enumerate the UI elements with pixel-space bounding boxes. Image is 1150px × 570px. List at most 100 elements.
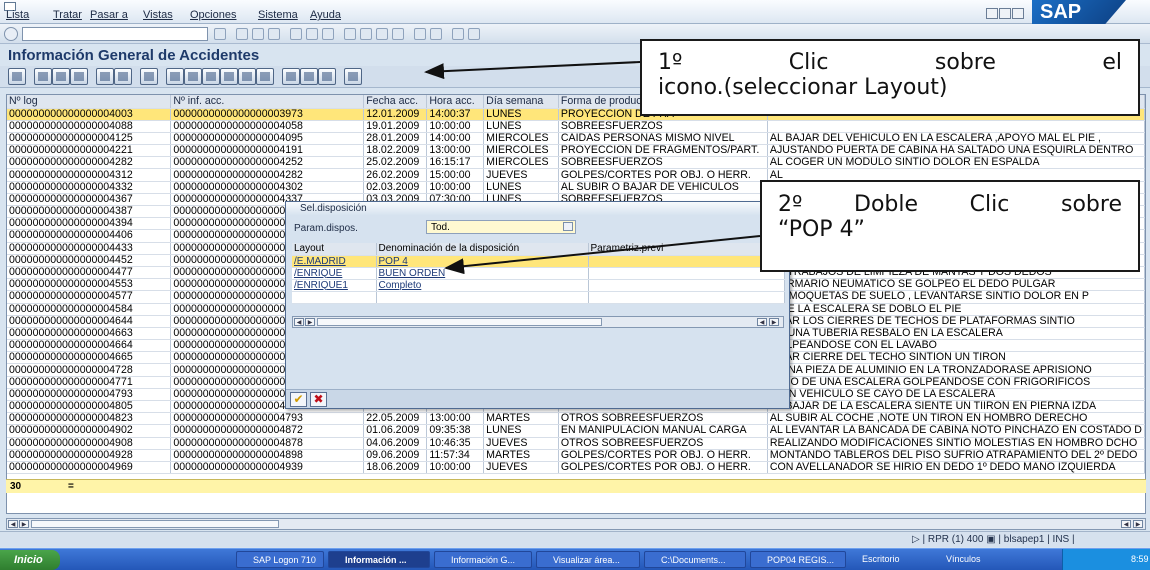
table-cell[interactable]: R ARMARIO NEUMATICO SE GOLPEO EL DEDO PU…	[767, 278, 1145, 292]
table-cell[interactable]: 09.06.2009	[363, 449, 428, 462]
details-icon[interactable]	[8, 68, 26, 85]
menu-ayuda[interactable]: Ayuda	[310, 9, 341, 21]
taskbar-item-documents[interactable]: C:\Documents...	[644, 551, 746, 568]
taskbar-item-informacion[interactable]: Información ...	[328, 551, 430, 568]
table-cell[interactable]: 000000000000000004793	[7, 388, 172, 402]
layout-row[interactable]: /ENRIQUE1 Completo	[292, 279, 785, 292]
col-header-denominacion[interactable]: Denominación de la disposición	[376, 243, 589, 256]
col-header-parametriz[interactable]: Parametriz.previ	[588, 243, 785, 256]
col-header-log[interactable]: Nº log	[7, 95, 172, 109]
table-cell[interactable]: 000000000000000004088	[7, 120, 172, 133]
table-cell[interactable]: OTROS SOBREESFUERZOS	[558, 437, 768, 450]
sum-icon[interactable]	[96, 68, 114, 85]
table-cell[interactable]	[767, 120, 1145, 133]
back-icon[interactable]	[236, 28, 248, 40]
table-cell[interactable]: 000000000000000004663	[7, 327, 172, 341]
prev-page-icon[interactable]	[360, 28, 372, 40]
table-cell[interactable]: 0000000000000000004095	[170, 132, 365, 146]
menu-sistema[interactable]: Sistema	[258, 9, 298, 21]
print-icon[interactable]	[290, 28, 302, 40]
table-cell[interactable]: 13:00:00	[426, 144, 485, 158]
table-cell[interactable]: JUEVES	[483, 437, 559, 450]
sort-ascending-icon[interactable]	[34, 68, 52, 85]
table-cell[interactable]: 12.01.2009	[363, 108, 428, 121]
col-header-layout[interactable]: Layout	[292, 243, 377, 256]
table-cell[interactable]: AL COGER UN MODULO SINTIO DOLOR EN ESPAL…	[767, 156, 1145, 170]
table-cell[interactable]: MIÉRCOLES	[483, 144, 559, 158]
table-cell[interactable]: AL BAJAR DE LA ESCALERA SIENTE UN TIIRON…	[767, 400, 1145, 414]
table-cell[interactable]: 000000000000000004406	[7, 229, 172, 243]
table-cell[interactable]: EN MANIPULACION MANUAL CARGA	[558, 424, 768, 438]
table-cell[interactable]: 13:00:00	[426, 412, 485, 426]
taskbar-item-saplogon[interactable]: SAP Logon 710	[236, 551, 324, 568]
layout-menu-icon[interactable]	[468, 28, 480, 40]
table-cell[interactable]: 16:15:17	[426, 156, 485, 170]
table-cell[interactable]: 14:00:37	[426, 108, 485, 121]
maximize-icon[interactable]	[999, 8, 1011, 19]
menu-vistas[interactable]: Vistas	[143, 9, 173, 21]
table-cell[interactable]: 0000000000000000004302	[170, 181, 365, 194]
table-cell[interactable]: GOLPES/CORTES POR OBJ. O HERR.	[558, 168, 768, 182]
new-session-icon[interactable]	[414, 28, 426, 40]
table-cell[interactable]: R UNA PIEZA DE ALUMINIO EN LA TRONZADORA…	[767, 363, 1145, 377]
local-file-icon[interactable]	[202, 68, 220, 85]
table-cell[interactable]: 000000000000000004823	[7, 412, 172, 426]
layout-name[interactable]: BUEN ORDEN	[376, 267, 589, 280]
horizontal-scrollbar[interactable]: ◀ ▶ ◀ ▶	[6, 518, 1146, 530]
col-header-inf-acc[interactable]: Nº inf. acc.	[170, 95, 365, 109]
table-cell[interactable]: 02.03.2009	[363, 181, 428, 194]
table-cell[interactable]: O UN VEHICULO SE CAYO DE LA ESCALERA	[767, 388, 1145, 402]
taskbar-item-visualizar[interactable]: Visualizar área...	[536, 551, 640, 568]
find-next-icon[interactable]	[322, 28, 334, 40]
command-field[interactable]	[22, 27, 208, 41]
table-cell[interactable]: 000000000000000004728	[7, 363, 172, 377]
col-header-dia[interactable]: Día semana	[483, 95, 559, 109]
table-cell[interactable]: JUEVES	[483, 168, 559, 182]
table-cell[interactable]: 000000000000000004584	[7, 303, 172, 316]
table-cell[interactable]: LUNES	[483, 181, 559, 194]
table-cell[interactable]: 000000000000000004928	[7, 449, 172, 462]
print-preview-icon[interactable]	[140, 68, 158, 85]
table-cell[interactable]: 000000000000000004665	[7, 351, 172, 365]
table-cell[interactable]: 000000000000000004771	[7, 376, 172, 389]
layout-name[interactable]: POP 4	[376, 255, 589, 268]
save-icon[interactable]	[214, 28, 226, 40]
table-cell[interactable]: 000000000000000004394	[7, 217, 172, 231]
set-filter-icon[interactable]	[70, 68, 88, 85]
scroll-end-left-icon[interactable]: ◀	[1121, 520, 1131, 528]
table-cell[interactable]: GOLPES/CORTES POR OBJ. O HERR.	[558, 461, 768, 475]
table-row[interactable]: 000000000000000004823 0000000000000000004…	[7, 412, 1145, 426]
subtotal-icon[interactable]	[114, 68, 132, 85]
table-cell[interactable]: 000000000000000004332	[7, 181, 172, 194]
table-cell[interactable]: AJUSTANDO PUERTA DE CABINA HA SALTADO UN…	[767, 144, 1145, 158]
table-cell[interactable]: GOLPES/CORTES POR OBJ. O HERR.	[558, 449, 768, 462]
layout-id[interactable]: /ENRIQUE1	[292, 279, 377, 292]
table-cell[interactable]: 000000000000000004387	[7, 205, 172, 219]
table-cell[interactable]: AL LEVANTAR LA BANCADA DE CABINA NOTO PI…	[767, 424, 1145, 438]
exit-icon[interactable]	[252, 28, 264, 40]
cancel-x-icon[interactable]: ✖	[310, 392, 327, 407]
table-row[interactable]: 000000000000000004928 0000000000000000004…	[7, 449, 1145, 462]
table-cell[interactable]: 10:00:00	[426, 120, 485, 133]
minimize-icon[interactable]	[986, 8, 998, 19]
table-cell[interactable]: CAÍDAS PERSONAS MISMO NIVEL	[558, 132, 768, 146]
table-cell[interactable]: AL SUBIR AL COCHE ,NOTE UN TIRON EN HOMB…	[767, 412, 1145, 426]
table-cell[interactable]: 04.06.2009	[363, 437, 428, 450]
table-cell[interactable]: 000000000000000004312	[7, 168, 172, 182]
table-cell[interactable]: REALIZANDO MODIFICACIONES SINTIO MOLESTI…	[767, 437, 1145, 450]
table-cell[interactable]: 000000000000000004553	[7, 278, 172, 292]
find-icon[interactable]	[306, 28, 318, 40]
table-cell[interactable]: 0000000000000000004878	[170, 437, 365, 450]
desktop-toolbar[interactable]: Escritorio	[862, 554, 900, 564]
filter-icon[interactable]	[52, 68, 70, 85]
layout-row[interactable]: /E.MADRID POP 4	[292, 255, 785, 268]
table-cell[interactable]: 01.06.2009	[363, 424, 428, 438]
col-header-hora[interactable]: Hora acc.	[426, 95, 485, 109]
table-cell[interactable]: OTROS SOBREESFUERZOS	[558, 412, 768, 426]
table-cell[interactable]: 18.02.2009	[363, 144, 428, 158]
table-row[interactable]: 000000000000000004969 0000000000000000004…	[7, 461, 1145, 475]
table-cell[interactable]: AR UNA TUBERIA RESBALO EN LA ESCALERA	[767, 327, 1145, 341]
select-layout-icon[interactable]	[300, 68, 318, 85]
table-cell[interactable]: 000000000000000004125	[7, 132, 172, 146]
taskbar-item-informacion-g[interactable]: Información G...	[434, 551, 532, 568]
